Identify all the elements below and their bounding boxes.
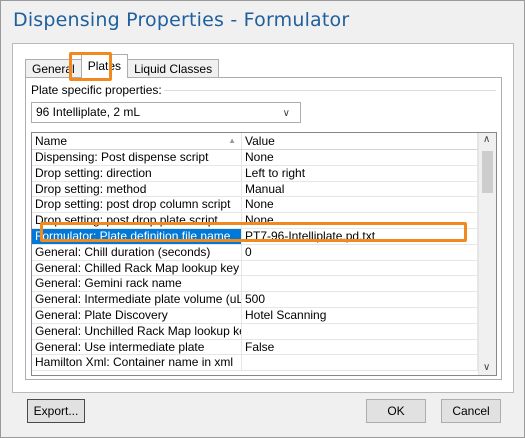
- tab-liquid-classes[interactable]: Liquid Classes: [127, 59, 220, 78]
- row-name-cell: Drop setting: direction: [32, 165, 242, 181]
- table-row[interactable]: General: Chilled Rack Map lookup key: [32, 260, 478, 277]
- table-row[interactable]: General: Intermediate plate volume (uL) …: [32, 292, 478, 308]
- table-row[interactable]: Dispensing: Post dispense script None: [32, 150, 478, 166]
- column-header-value[interactable]: Value: [242, 133, 478, 149]
- row-name-cell: General: Unchilled Rack Map lookup key: [32, 323, 242, 339]
- row-name-cell: Formulator: Plate definition file name: [32, 228, 242, 244]
- row-value-cell[interactable]: [242, 323, 478, 339]
- scrollbar-thumb[interactable]: [482, 151, 493, 193]
- row-value-cell[interactable]: None: [242, 197, 478, 213]
- row-name-cell: Drop setting: method: [32, 181, 242, 197]
- row-value-cell[interactable]: [242, 276, 478, 292]
- window-title: Dispensing Properties - Formulator: [13, 9, 350, 31]
- export-button[interactable]: Export...: [27, 399, 85, 423]
- column-header-name[interactable]: Name ▲: [32, 133, 242, 149]
- row-name-cell: Drop setting: post drop plate script: [32, 213, 242, 228]
- table-row[interactable]: Drop setting: direction Left to right: [32, 165, 478, 182]
- row-value-cell[interactable]: Hotel Scanning: [242, 307, 478, 323]
- row-name-cell: General: Intermediate plate volume (uL): [32, 292, 242, 307]
- table-row[interactable]: General: Plate Discovery Hotel Scanning: [32, 307, 478, 324]
- ok-button[interactable]: OK: [366, 399, 426, 423]
- table-row[interactable]: General: Chill duration (seconds) 0: [32, 244, 478, 261]
- plate-select[interactable]: 96 Intelliplate, 2 mL ∨: [31, 102, 301, 123]
- grid-rows: Dispensing: Post dispense script None Dr…: [32, 150, 478, 372]
- row-value-editor[interactable]: PT7-96-Intelliplate.pd.txt: [242, 228, 478, 244]
- group-divider: [111, 90, 496, 91]
- plate-properties-label: Plate specific properties:: [31, 83, 164, 97]
- chevron-down-icon: ∨: [282, 108, 290, 119]
- tab-general[interactable]: General: [25, 59, 82, 78]
- plates-tab-content: Plate specific properties: 96 Intellipla…: [25, 77, 502, 380]
- row-value-cell[interactable]: Left to right: [242, 165, 478, 181]
- row-name-cell: General: Plate Discovery: [32, 307, 242, 323]
- vertical-scrollbar[interactable]: ∧ ∨: [478, 133, 496, 375]
- row-name-cell: General: Chilled Rack Map lookup key: [32, 260, 242, 276]
- row-name-cell: General: Gemini rack name: [32, 276, 242, 292]
- row-name-cell: Hamilton Xml: Container name in xml: [32, 355, 242, 371]
- plate-select-value: 96 Intelliplate, 2 mL: [36, 105, 141, 119]
- grid-header: Name ▲ Value: [32, 133, 478, 150]
- row-name-cell: Dispensing: Post dispense script: [32, 150, 242, 165]
- table-row[interactable]: Drop setting: method Manual: [32, 181, 478, 198]
- row-value-cell[interactable]: None: [242, 213, 478, 228]
- row-value-cell[interactable]: None: [242, 150, 478, 165]
- property-grid: Name ▲ Value Dispensing: Post dispense s…: [31, 132, 497, 376]
- row-name-cell: Drop setting: post drop column script: [32, 197, 242, 213]
- chevron-down-icon[interactable]: ∨: [483, 362, 490, 373]
- table-row[interactable]: General: Gemini rack name: [32, 276, 478, 293]
- table-row[interactable]: Drop setting: post drop plate script Non…: [32, 213, 478, 229]
- row-name-cell: General: Chill duration (seconds): [32, 244, 242, 260]
- row-value-cell[interactable]: 500: [242, 292, 478, 307]
- table-row-selected[interactable]: Formulator: Plate definition file name P…: [32, 228, 478, 245]
- dispensing-properties-window: Dispensing Properties - Formulator Gener…: [0, 0, 525, 438]
- row-value-cell[interactable]: 0: [242, 244, 478, 260]
- tab-strip: General Plates Liquid Classes: [25, 54, 220, 78]
- tab-plates[interactable]: Plates: [80, 54, 129, 78]
- table-row[interactable]: Hamilton Xml: Container name in xml: [32, 355, 478, 372]
- row-value-cell[interactable]: [242, 260, 478, 276]
- table-row[interactable]: General: Unchilled Rack Map lookup key: [32, 323, 478, 340]
- chevron-up-icon[interactable]: ∧: [483, 134, 490, 145]
- row-name-cell: General: Use intermediate plate: [32, 339, 242, 355]
- row-value-cell[interactable]: Manual: [242, 181, 478, 197]
- properties-panel: General Plates Liquid Classes Plate spec…: [12, 43, 514, 393]
- cancel-button[interactable]: Cancel: [441, 399, 501, 423]
- table-row[interactable]: General: Use intermediate plate False: [32, 339, 478, 356]
- table-row[interactable]: Drop setting: post drop column script No…: [32, 197, 478, 214]
- sort-ascending-icon: ▲: [228, 136, 236, 145]
- row-value-cell[interactable]: False: [242, 339, 478, 355]
- row-value-cell[interactable]: [242, 355, 478, 371]
